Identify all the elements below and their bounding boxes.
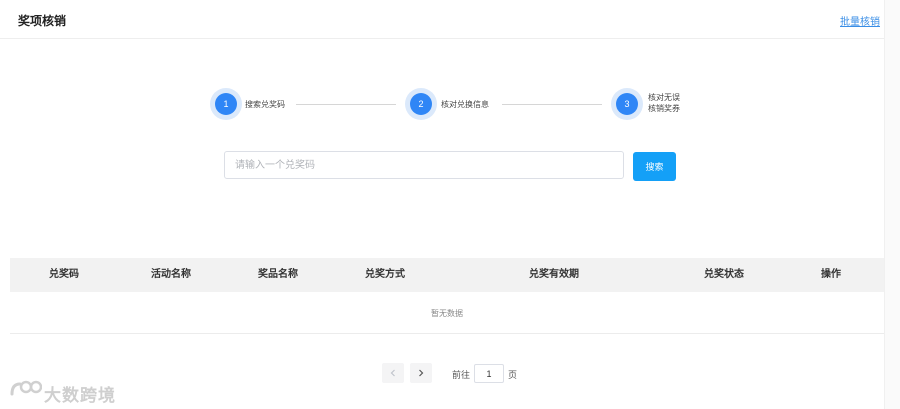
table-header: 兑奖码 活动名称 奖品名称 兑奖方式 兑奖有效期 兑奖状态 操作 (10, 258, 884, 292)
column-header-redeem-status: 兑奖状态 (704, 269, 744, 280)
prev-page-button[interactable] (382, 363, 404, 383)
step-1-label: 搜索兑奖码 (245, 100, 285, 109)
goto-page-input[interactable] (474, 364, 504, 383)
step-connector-1 (296, 104, 396, 105)
step-2-label: 核对兑换信息 (441, 100, 489, 109)
watermark-logo-icon (10, 380, 42, 396)
step-3-label-line1: 核对无误 (648, 93, 680, 102)
column-header-redeem-method: 兑奖方式 (365, 269, 405, 280)
goto-prefix-label: 前往 (452, 370, 471, 380)
step-indicator: 1 搜索兑奖码 2 核对兑换信息 3 核对无误 核销奖券 (0, 0, 900, 140)
empty-state-text: 暂无数据 (431, 309, 463, 318)
step-2-circle: 2 (410, 93, 432, 115)
goto-suffix-label: 页 (508, 370, 518, 380)
step-3-circle: 3 (616, 93, 638, 115)
chevron-left-icon (390, 369, 395, 377)
column-header-prize-name: 奖品名称 (258, 269, 298, 280)
step-3-label-line2: 核销奖券 (648, 104, 680, 113)
next-page-button[interactable] (410, 363, 432, 383)
column-header-actions: 操作 (821, 269, 841, 280)
table-empty-row: 暂无数据 (10, 292, 884, 334)
watermark-text: 大数跨境 (44, 386, 116, 405)
chevron-right-icon (419, 369, 424, 377)
search-button[interactable]: 搜索 (633, 152, 676, 181)
step-connector-2 (502, 104, 602, 105)
column-header-prize-code: 兑奖码 (49, 269, 79, 280)
column-header-activity-name: 活动名称 (151, 269, 191, 280)
step-1-circle: 1 (215, 93, 237, 115)
step-3-label: 核对无误 核销奖券 (648, 92, 680, 114)
prize-code-input[interactable] (224, 151, 624, 179)
column-header-validity-period: 兑奖有效期 (529, 269, 579, 280)
